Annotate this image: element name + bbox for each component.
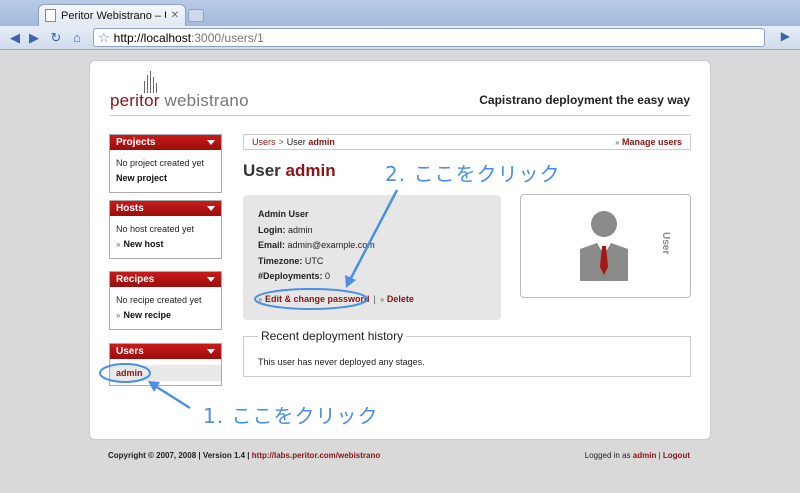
history-empty-message: This user has never deployed any stages. [258,357,425,367]
sidebar-projects: Projects No project created yet New proj… [109,134,222,193]
user-fullname: Admin User [258,209,309,219]
sidebar-hosts: Hosts No host created yet » New host [109,200,222,259]
logo-bars-icon [144,71,157,93]
page-container: peritor webistrano Capistrano deployment… [89,60,711,440]
edit-password-link[interactable]: » Edit & change password [258,292,370,308]
user-info-panel: Admin User Login: admin Email: admin@exa… [243,195,501,320]
user-deployments: 0 [325,271,331,281]
breadcrumb-current: User admin [286,137,335,147]
annotation-step-1: 1. ここをクリック [203,404,379,428]
sidebar-hosts-header[interactable]: Hosts [110,201,221,216]
logout-link[interactable]: Logout [663,451,690,460]
address-bar[interactable]: ☆ http://localhost:3000/users/1 [93,28,765,47]
sidebar-users: Users admin [109,343,222,386]
user-avatar-icon [580,211,628,281]
footer-login-status: Logged in as admin | Logout [584,451,690,460]
go-arrow-icon[interactable]: ▶ [781,29,790,43]
site-logo[interactable]: peritor webistrano [110,91,249,111]
page-favicon-icon [45,9,56,22]
page-title: User admin [243,161,336,180]
breadcrumb-users-link[interactable]: Users [252,137,276,147]
new-tab-button[interactable] [188,9,204,22]
forward-arrow-icon[interactable]: ▶ [25,29,43,46]
browser-tab-bar: Peritor Webistrano – User ad ✕ [0,0,800,26]
bookmark-star-icon[interactable]: ☆ [98,30,110,46]
history-title: Recent deployment history [258,329,407,343]
chevron-down-icon[interactable] [207,349,215,354]
footer-user-link[interactable]: admin [633,451,657,460]
new-host-link[interactable]: » New host [116,237,215,252]
deployment-history: Recent deployment history This user has … [243,329,691,377]
user-avatar-card: User [520,194,691,298]
double-arrow-icon: » [615,138,620,147]
user-login: admin [288,224,313,235]
reload-icon[interactable]: ↻ [47,29,65,46]
breadcrumb: Users > User admin » Manage users [243,134,691,150]
footer-copyright: Copyright © 2007, 2008 | Version 1.4 | h… [108,451,381,460]
breadcrumb-separator: > [278,137,284,147]
double-arrow-icon: » [116,240,121,249]
chevron-down-icon[interactable] [207,277,215,282]
tab-title: Peritor Webistrano – User ad [61,9,166,22]
sidebar-projects-empty: No project created yet [116,158,205,168]
close-icon[interactable]: ✕ [171,10,179,21]
sidebar-hosts-empty: No host created yet [116,224,195,234]
back-arrow-icon[interactable]: ◀ [6,29,24,46]
annotation-step-2: 2. ここをクリック [385,162,561,186]
sidebar-users-header[interactable]: Users [110,344,221,359]
chevron-down-icon[interactable] [207,140,215,145]
user-timezone: UTC [304,255,324,266]
home-icon[interactable]: ⌂ [68,29,86,46]
double-arrow-icon: » [258,294,263,304]
double-arrow-icon: » [379,294,385,304]
header-divider [110,115,690,116]
user-card-label: User [660,232,671,255]
sidebar-recipes-empty: No recipe created yet [116,295,202,305]
browser-tab[interactable]: Peritor Webistrano – User ad ✕ [38,4,186,26]
sidebar-recipes: Recipes No recipe created yet » New recip… [109,271,222,330]
url-text: http://localhost:3000/users/1 [113,30,264,45]
site-tagline: Capistrano deployment the easy way [479,93,690,107]
user-email: admin@example.com [287,240,375,250]
footer-labs-link[interactable]: http://labs.peritor.com/webistrano [252,451,380,460]
site-header: peritor webistrano Capistrano deployment… [90,61,710,121]
browser-toolbar: ◀ ▶ ↻ ⌂ ☆ http://localhost:3000/users/1 … [0,26,800,50]
sidebar-projects-header[interactable]: Projects [110,135,221,150]
new-project-link[interactable]: New project [116,171,215,186]
delete-user-link[interactable]: » Delete [380,292,414,308]
chevron-down-icon[interactable] [207,206,215,211]
new-recipe-link[interactable]: » New recipe [116,308,215,323]
sidebar-recipes-header[interactable]: Recipes [110,272,221,287]
manage-users-link[interactable]: » Manage users [615,137,682,147]
double-arrow-icon: » [116,311,121,320]
sidebar-item-admin[interactable]: admin [110,365,221,381]
